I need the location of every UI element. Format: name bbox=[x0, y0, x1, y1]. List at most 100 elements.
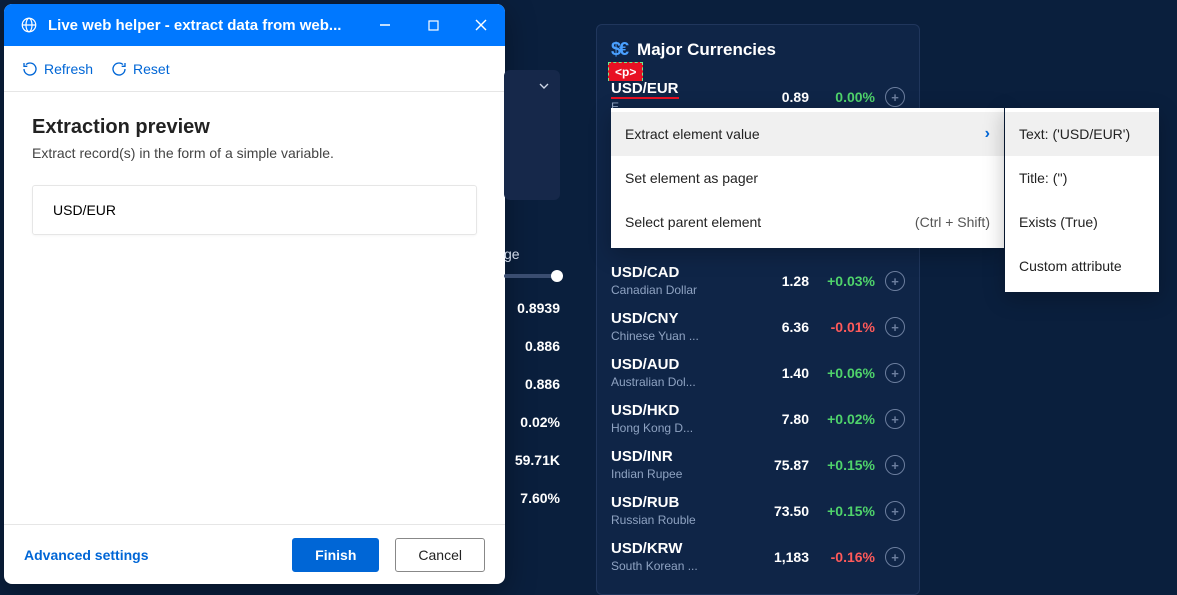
currency-pair: USD/AUD bbox=[611, 356, 679, 373]
add-currency-button[interactable]: + bbox=[885, 409, 905, 429]
panel-header: $€ Major Currencies bbox=[611, 39, 905, 60]
currency-change: +0.02% bbox=[809, 411, 875, 427]
currency-pair-col: USD/AUD Australian Dol... bbox=[611, 356, 753, 389]
currency-pair-col: USD/CNY Chinese Yuan ... bbox=[611, 310, 753, 343]
add-currency-button[interactable]: + bbox=[885, 455, 905, 475]
currency-row[interactable]: USD/KRW South Korean ... 1,183 -0.16% + bbox=[611, 534, 905, 580]
currency-value: 1,183 bbox=[753, 549, 809, 565]
titlebar: Live web helper - extract data from web.… bbox=[4, 4, 505, 46]
currency-value: 0.89 bbox=[753, 89, 809, 105]
add-currency-button[interactable]: + bbox=[885, 501, 905, 521]
add-currency-button[interactable]: + bbox=[885, 87, 905, 107]
side-values: 0.8939 0.886 0.886 0.02% 59.71K 7.60% bbox=[504, 300, 560, 506]
currency-sub: Russian Rouble bbox=[611, 514, 721, 527]
currency-row[interactable]: USD/AUD Australian Dol... 1.40 +0.06% + bbox=[611, 350, 905, 396]
currency-sub: Hong Kong D... bbox=[611, 422, 721, 435]
menu-item-label: Extract element value bbox=[625, 126, 985, 142]
currency-value: 6.36 bbox=[753, 319, 809, 335]
add-currency-button[interactable]: + bbox=[885, 317, 905, 337]
element-tag-badge: <p> bbox=[608, 62, 643, 81]
context-submenu-attributes: Text: ('USD/EUR') Title: ('') Exists (True… bbox=[1005, 108, 1159, 292]
currency-pair-col: USD/CAD Canadian Dollar bbox=[611, 264, 753, 297]
range-slider-thumb[interactable] bbox=[551, 270, 563, 282]
globe-icon bbox=[20, 16, 38, 34]
currency-change: +0.15% bbox=[809, 457, 875, 473]
side-value: 0.886 bbox=[504, 338, 560, 354]
currency-sub: Australian Dol... bbox=[611, 376, 721, 389]
window-controls bbox=[361, 4, 505, 46]
side-value: 59.71K bbox=[504, 452, 560, 468]
currency-value: 7.80 bbox=[753, 411, 809, 427]
extraction-preview-title: Extraction preview bbox=[32, 116, 477, 139]
currency-pair-col: USD/HKD Hong Kong D... bbox=[611, 402, 753, 435]
context-menu-extract: Extract element value› Set element as pag… bbox=[611, 108, 1004, 248]
refresh-button[interactable]: Refresh bbox=[22, 61, 93, 77]
submenu-item-label: Exists (True) bbox=[1019, 214, 1098, 230]
submenu-item-label: Title: ('') bbox=[1019, 170, 1067, 186]
currency-value: 75.87 bbox=[753, 457, 809, 473]
minimize-button[interactable] bbox=[361, 4, 409, 46]
currency-change: +0.15% bbox=[809, 503, 875, 519]
extraction-preview-value: USD/EUR bbox=[53, 202, 116, 218]
submenu-item[interactable]: Custom attribute bbox=[1005, 244, 1159, 288]
submenu-item[interactable]: Text: ('USD/EUR') bbox=[1005, 112, 1159, 156]
currency-change: 0.00% bbox=[809, 89, 875, 105]
currency-value: 73.50 bbox=[753, 503, 809, 519]
currency-sub: Canadian Dollar bbox=[611, 284, 721, 297]
submenu-item[interactable]: Title: ('') bbox=[1005, 156, 1159, 200]
currency-change: +0.06% bbox=[809, 365, 875, 381]
reset-label: Reset bbox=[133, 61, 170, 77]
add-currency-button[interactable]: + bbox=[885, 363, 905, 383]
currency-pair: USD/RUB bbox=[611, 494, 679, 511]
menu-item-label: Select parent element bbox=[625, 214, 909, 230]
side-value: 0.8939 bbox=[504, 300, 560, 316]
extraction-preview-card: USD/EUR bbox=[32, 185, 477, 235]
currency-pair: USD/CNY bbox=[611, 310, 679, 327]
live-web-helper-dialog: Live web helper - extract data from web.… bbox=[4, 4, 505, 584]
context-menu-item[interactable]: Set element as pager bbox=[611, 156, 1004, 200]
currency-row[interactable]: USD/CAD Canadian Dollar 1.28 +0.03% + bbox=[611, 258, 905, 304]
finish-label: Finish bbox=[315, 547, 356, 563]
currency-pair-col: USD/INR Indian Rupee bbox=[611, 448, 753, 481]
currency-change: -0.16% bbox=[809, 549, 875, 565]
currency-row[interactable]: USD/RUB Russian Rouble 73.50 +0.15% + bbox=[611, 488, 905, 534]
currency-pair: USD/KRW bbox=[611, 540, 682, 557]
refresh-label: Refresh bbox=[44, 61, 93, 77]
currency-row[interactable]: USD/CNY Chinese Yuan ... 6.36 -0.01% + bbox=[611, 304, 905, 350]
dialog-title: Live web helper - extract data from web.… bbox=[48, 17, 361, 34]
currency-pair-col: USD/RUB Russian Rouble bbox=[611, 494, 753, 527]
currency-row[interactable]: USD/HKD Hong Kong D... 7.80 +0.02% + bbox=[611, 396, 905, 442]
currency-row[interactable]: USD/INR Indian Rupee 75.87 +0.15% + bbox=[611, 442, 905, 488]
currency-sub: Indian Rupee bbox=[611, 468, 721, 481]
add-currency-button[interactable]: + bbox=[885, 547, 905, 567]
extraction-preview-subtitle: Extract record(s) in the form of a simpl… bbox=[32, 145, 477, 161]
side-value: 0.02% bbox=[504, 414, 560, 430]
currency-value: 1.28 bbox=[753, 273, 809, 289]
close-button[interactable] bbox=[457, 4, 505, 46]
cancel-label: Cancel bbox=[418, 547, 462, 563]
side-value: 7.60% bbox=[504, 490, 560, 506]
currency-pair: USD/HKD bbox=[611, 402, 679, 419]
reset-button[interactable]: Reset bbox=[111, 61, 170, 77]
submenu-item-label: Text: ('USD/EUR') bbox=[1019, 126, 1130, 142]
menu-item-label: Set element as pager bbox=[625, 170, 990, 186]
context-menu-item[interactable]: Extract element value› bbox=[611, 112, 1004, 156]
side-value: 0.886 bbox=[504, 376, 560, 392]
currency-value: 1.40 bbox=[753, 365, 809, 381]
maximize-button[interactable] bbox=[409, 4, 457, 46]
finish-button[interactable]: Finish bbox=[292, 538, 379, 572]
chevron-down-icon bbox=[536, 78, 552, 94]
advanced-settings-link[interactable]: Advanced settings bbox=[24, 547, 276, 563]
cancel-button[interactable]: Cancel bbox=[395, 538, 485, 572]
dialog-footer: Advanced settings Finish Cancel bbox=[4, 524, 505, 584]
currency-pair-col: USD/KRW South Korean ... bbox=[611, 540, 753, 573]
currency-icon: $€ bbox=[611, 39, 627, 60]
range-label-fragment: ge bbox=[504, 246, 520, 262]
collapsed-panel[interactable] bbox=[504, 70, 560, 200]
submenu-item[interactable]: Exists (True) bbox=[1005, 200, 1159, 244]
toolbar: Refresh Reset bbox=[4, 46, 505, 92]
add-currency-button[interactable]: + bbox=[885, 271, 905, 291]
currency-sub: Chinese Yuan ... bbox=[611, 330, 721, 343]
context-menu-item[interactable]: Select parent element(Ctrl + Shift) bbox=[611, 200, 1004, 244]
currency-sub: South Korean ... bbox=[611, 560, 721, 573]
